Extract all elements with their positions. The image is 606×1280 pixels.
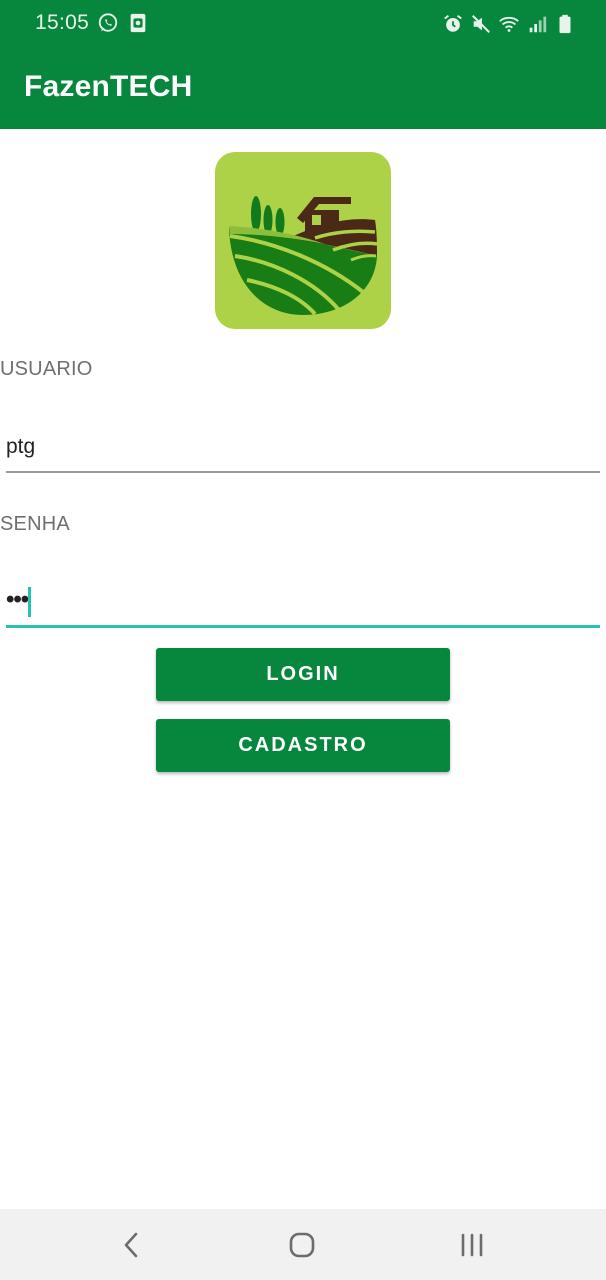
password-label: SENHA [0, 513, 70, 535]
home-icon[interactable] [284, 1227, 320, 1263]
app-bar: FazenTECH [0, 48, 606, 129]
farm-logo-icon [215, 152, 391, 329]
whatsapp-icon [97, 12, 119, 34]
mute-icon [470, 13, 492, 35]
battery-icon [554, 13, 576, 35]
text-caret [28, 587, 31, 617]
login-screen: 15:05 FazenTECH USUARIO ptg SENHA ••• LO… [0, 0, 606, 1280]
app-title: FazenTECH [24, 70, 193, 103]
status-time: 15:05 [35, 11, 90, 34]
password-value: ••• [6, 586, 29, 613]
recent-apps-icon[interactable] [454, 1227, 490, 1263]
signal-icon [526, 13, 548, 35]
system-icons [442, 12, 576, 36]
username-value: ptg [6, 435, 36, 458]
login-button[interactable]: LOGIN [156, 648, 450, 701]
register-button[interactable]: CADASTRO [156, 719, 450, 772]
back-icon[interactable] [114, 1227, 150, 1263]
username-input[interactable]: ptg [6, 423, 600, 473]
password-input[interactable]: ••• [6, 578, 600, 628]
username-label: USUARIO [0, 358, 93, 380]
screenshot-icon [127, 12, 149, 34]
notification-icons [97, 12, 149, 34]
wifi-icon [498, 13, 520, 35]
alarm-icon [442, 13, 464, 35]
status-bar: 15:05 [0, 0, 606, 48]
navigation-bar [0, 1209, 606, 1280]
